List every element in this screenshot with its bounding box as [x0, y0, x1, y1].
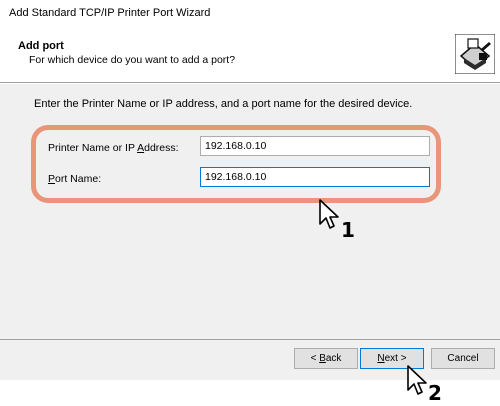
printer-name-input[interactable] — [200, 136, 430, 156]
cancel-button[interactable]: Cancel — [431, 348, 495, 369]
step-number-1: 1 — [341, 218, 355, 242]
title-bar: Add Standard TCP/IP Printer Port Wizard — [0, 0, 500, 26]
port-name-input[interactable] — [200, 167, 430, 187]
window-title: Add Standard TCP/IP Printer Port Wizard — [9, 7, 211, 19]
wizard-content: Enter the Printer Name or IP address, an… — [0, 84, 500, 339]
back-button[interactable]: < Back — [294, 348, 358, 369]
wizard-header: Add port For which device do you want to… — [0, 26, 500, 82]
printer-wizard-icon — [455, 34, 495, 74]
mouse-pointer-icon — [407, 365, 427, 395]
printer-name-label: Printer Name or IP Address: — [48, 142, 179, 154]
step-number-2: 2 — [428, 381, 442, 405]
mouse-pointer-icon — [319, 199, 339, 229]
instruction-text: Enter the Printer Name or IP address, an… — [34, 98, 413, 110]
port-name-label: Port Name: — [48, 173, 102, 185]
page-title: Add port — [18, 40, 64, 52]
page-subtitle: For which device do you want to add a po… — [29, 54, 236, 66]
